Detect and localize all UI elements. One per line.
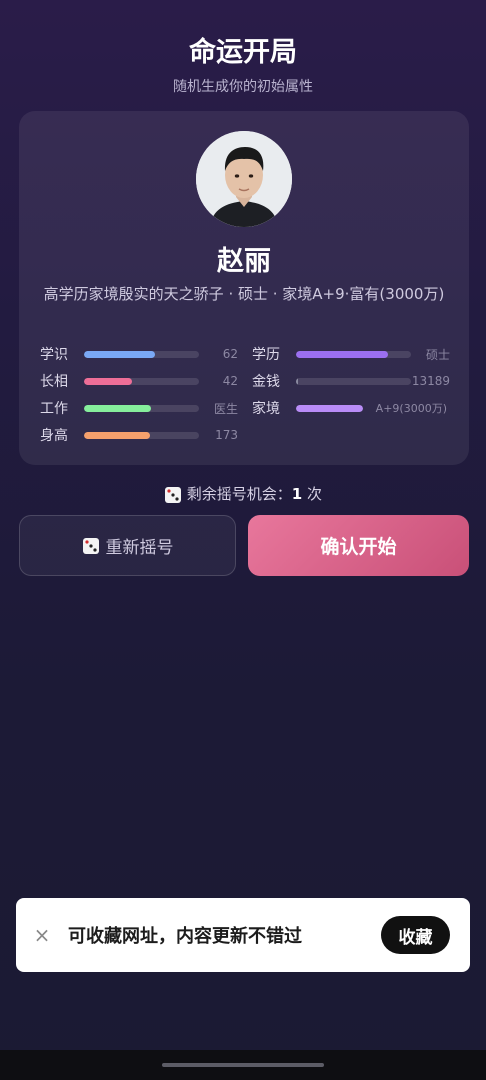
stat-bar-fill [84, 377, 133, 385]
dice-icon [164, 486, 181, 503]
stat-bar-fill [296, 350, 388, 358]
stat-label: 金钱 [252, 374, 280, 390]
stat-knowledge: 学识 62 [40, 345, 238, 363]
chance-suffix: 次 [302, 485, 322, 503]
bookmark-button[interactable]: 收藏 [381, 916, 450, 954]
stat-bar-fill [296, 404, 363, 412]
character-card: 赵丽 高学历家境殷实的天之骄子 · 硕士 · 家境A+9·富有(3000万) 学… [19, 111, 469, 465]
stat-looks: 长相 42 [40, 372, 238, 390]
character-name: 赵丽 [217, 246, 271, 277]
stat-bar-fill [84, 350, 156, 358]
page-title: 命运开局 [189, 37, 297, 68]
stat-education: 学历 硕士 [252, 345, 450, 363]
reroll-label: 重新摇号 [105, 538, 174, 558]
stat-value: 13189 [411, 374, 450, 388]
confirm-start-button[interactable]: 确认开始 [248, 515, 469, 576]
stat-bar-fill [84, 431, 150, 439]
dice-icon [82, 537, 99, 554]
close-icon[interactable]: × [16, 923, 68, 947]
stat-bar-fill [296, 377, 299, 385]
stat-label: 工作 [40, 401, 68, 417]
stat-value: 42 [222, 374, 238, 388]
reroll-button[interactable]: 重新摇号 [19, 515, 236, 576]
stat-money: 金钱 13189 [252, 372, 450, 390]
stat-bar-fill [84, 404, 151, 412]
stat-label: 学识 [40, 347, 68, 363]
chance-prefix: 剩余摇号机会： [186, 485, 292, 503]
bookmark-toast: × 可收藏网址，内容更新不错过 收藏 [16, 898, 470, 972]
reroll-chances: 剩余摇号机会：1 次 [0, 483, 486, 504]
stat-value: 硕士 [425, 347, 450, 362]
stat-label: 家境 [252, 401, 280, 417]
stat-label: 身高 [40, 428, 68, 444]
chance-count: 1 [291, 485, 303, 503]
avatar [196, 131, 292, 227]
stat-label: 学历 [252, 347, 280, 363]
stat-value: A+9(3000万) [375, 402, 447, 415]
page-subtitle: 随机生成你的初始属性 [173, 79, 313, 95]
character-description: 高学历家境殷实的天之骄子 · 硕士 · 家境A+9·富有(3000万) [43, 285, 445, 303]
stat-job: 工作 医生 [40, 399, 238, 417]
stat-value: 173 [215, 428, 238, 442]
stat-value: 62 [222, 347, 238, 361]
toast-message: 可收藏网址，内容更新不错过 [68, 926, 302, 947]
stat-height: 身高 173 [40, 426, 238, 444]
stat-value: 医生 [213, 401, 238, 416]
stat-label: 长相 [40, 374, 68, 390]
home-indicator[interactable] [162, 1063, 324, 1067]
stat-family: 家境 A+9(3000万) [252, 399, 447, 417]
